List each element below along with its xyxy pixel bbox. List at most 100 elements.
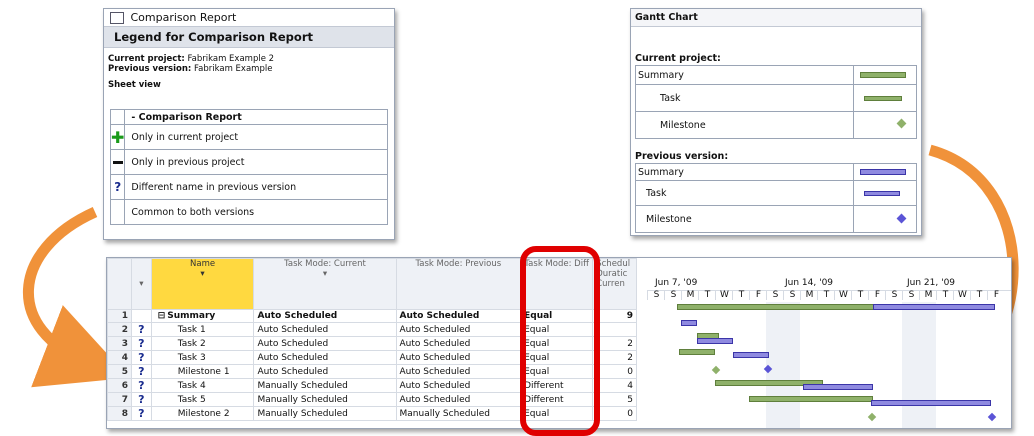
gantt-current-rows: Summary Task Milestone bbox=[635, 65, 917, 139]
day-label: S bbox=[647, 290, 665, 300]
task-name[interactable]: Task 2 bbox=[150, 336, 255, 351]
legend-panel-title-row: Comparison Report bbox=[104, 9, 394, 26]
task5-bar-current[interactable] bbox=[749, 396, 873, 402]
task1-bar[interactable] bbox=[681, 320, 697, 326]
prev-milestone-diamond-icon bbox=[853, 206, 916, 232]
legend-row-4: Common to both versions bbox=[124, 199, 388, 225]
task-mode-current: Auto Scheduled bbox=[253, 364, 397, 379]
task-name[interactable]: ⊟ Summary bbox=[150, 309, 255, 323]
legend-row-3: Different name in previous version bbox=[124, 174, 388, 200]
row-number: 1 bbox=[107, 309, 133, 323]
task-mode-previous: Auto Scheduled bbox=[395, 322, 522, 337]
indicator-question-icon: ? bbox=[131, 378, 152, 393]
day-label: T bbox=[851, 290, 869, 300]
gantt-item-task: Task bbox=[660, 92, 681, 104]
day-label: S bbox=[766, 290, 784, 300]
indicator-question-icon: ? bbox=[131, 350, 152, 365]
task-mode-current: Manually Scheduled bbox=[253, 392, 397, 407]
gantt-current-milestone: Milestone bbox=[635, 112, 917, 139]
report-icon bbox=[110, 12, 124, 24]
chevron-down-icon: ▾ bbox=[322, 269, 328, 279]
task-mode-current: Manually Scheduled bbox=[253, 406, 397, 421]
task-mode-current: Auto Scheduled bbox=[253, 322, 397, 337]
task5-bar-previous[interactable] bbox=[871, 400, 991, 406]
weekend-band-2 bbox=[902, 302, 936, 428]
legend-heading: Legend for Comparison Report bbox=[104, 26, 394, 48]
current-project-line: Current project: Fabrikam Example 2 bbox=[104, 54, 394, 64]
summary-bar-icon bbox=[853, 66, 916, 84]
gantt-previous-task: Task bbox=[635, 181, 917, 206]
day-label: T bbox=[817, 290, 835, 300]
legend-table-header: - Comparison Report bbox=[124, 109, 388, 125]
day-label: W bbox=[834, 290, 852, 300]
gantt-prev-item-task: Task bbox=[646, 187, 667, 199]
task2-bar-previous[interactable] bbox=[697, 338, 733, 344]
day-label: S bbox=[783, 290, 801, 300]
task-mode-previous-header[interactable]: Task Mode: Previous bbox=[395, 258, 522, 310]
gantt-current-task: Task bbox=[635, 85, 917, 112]
task-name[interactable]: Task 4 bbox=[150, 378, 255, 393]
collapse-toggle-icon[interactable]: ⊟ bbox=[158, 311, 166, 321]
week-label-1: Jun 7, '09 bbox=[655, 278, 698, 288]
legend-panel-title: Comparison Report bbox=[130, 11, 237, 24]
day-label: M bbox=[919, 290, 937, 300]
milestone2-current[interactable] bbox=[867, 412, 877, 422]
task-name[interactable]: Task 1 bbox=[150, 322, 255, 337]
name-dropdown-icon: ▾ bbox=[200, 269, 205, 279]
day-label: T bbox=[698, 290, 716, 300]
task-mode-previous: Auto Scheduled bbox=[395, 350, 522, 365]
task-mode-previous: Auto Scheduled bbox=[395, 309, 522, 323]
task-name[interactable]: Milestone 2 bbox=[150, 406, 255, 421]
task3-bar-current[interactable] bbox=[679, 349, 715, 355]
task-name[interactable]: Task 5 bbox=[150, 392, 255, 407]
name-column-header[interactable]: Name ▾ bbox=[150, 258, 255, 310]
indicator-question-icon: ? bbox=[131, 392, 152, 407]
indicator-question-icon: ? bbox=[131, 336, 152, 351]
prev-task-bar-icon bbox=[853, 181, 916, 205]
indicator-question-icon bbox=[131, 309, 152, 323]
day-label: F bbox=[868, 290, 886, 300]
milestone2-previous[interactable] bbox=[987, 412, 997, 422]
gantt-previous-milestone: Milestone bbox=[635, 206, 917, 233]
previous-version-value: Fabrikam Example bbox=[194, 64, 273, 74]
task-mode-current-header[interactable]: Task Mode: Current ▾ bbox=[253, 258, 397, 310]
day-label: T bbox=[936, 290, 954, 300]
gantt-prev-item-milestone: Milestone bbox=[646, 213, 692, 225]
prev-summary-bar-icon bbox=[853, 164, 916, 180]
day-label: S bbox=[885, 290, 903, 300]
previous-version-label: Previous version: bbox=[108, 64, 192, 74]
milestone1-current[interactable] bbox=[711, 365, 721, 375]
sheet-view-label: Sheet view bbox=[108, 80, 161, 90]
legend-row-2: Only in previous project bbox=[124, 149, 388, 175]
task4-bar-previous[interactable] bbox=[803, 384, 873, 390]
timescale-days: SSMTWTFSSMTWTFSSMTWTF bbox=[647, 290, 1011, 302]
day-label: M bbox=[800, 290, 818, 300]
indicator-column-dropdown[interactable]: ▾ bbox=[131, 258, 152, 310]
row-number: 8 bbox=[107, 406, 133, 421]
week-label-2: Jun 14, '09 bbox=[785, 278, 834, 288]
gantt-current-label: Current project: bbox=[635, 53, 721, 64]
day-label: T bbox=[970, 290, 988, 300]
task-mode-previous: Manually Scheduled bbox=[395, 406, 522, 421]
indicator-question-icon: ? bbox=[131, 406, 152, 421]
task-name[interactable]: Task 3 bbox=[150, 350, 255, 365]
week-label-3: Jun 21, '09 bbox=[907, 278, 956, 288]
gantt-item-summary: Summary bbox=[638, 69, 684, 81]
diff-column-highlight bbox=[520, 246, 600, 436]
milestone-diamond-icon bbox=[853, 112, 916, 138]
gantt-legend-panel: Gantt Chart Current project: Summary Tas… bbox=[630, 8, 922, 236]
legend-row-1: Only in current project bbox=[124, 124, 388, 150]
task-name[interactable]: Milestone 1 bbox=[150, 364, 255, 379]
day-label: F bbox=[749, 290, 767, 300]
task-mode-previous: Auto Scheduled bbox=[395, 364, 522, 379]
task3-bar-previous[interactable] bbox=[733, 352, 769, 358]
summary-bar-current[interactable] bbox=[677, 304, 875, 310]
gantt-prev-item-summary: Summary bbox=[638, 166, 684, 178]
gantt-legend-title: Gantt Chart bbox=[631, 9, 921, 27]
day-label: M bbox=[681, 290, 699, 300]
current-project-value: Fabrikam Example 2 bbox=[187, 54, 275, 64]
gantt-current-summary: Summary bbox=[635, 65, 917, 85]
day-label: W bbox=[953, 290, 971, 300]
row-number: 6 bbox=[107, 378, 133, 393]
summary-bar-previous[interactable] bbox=[873, 304, 995, 310]
